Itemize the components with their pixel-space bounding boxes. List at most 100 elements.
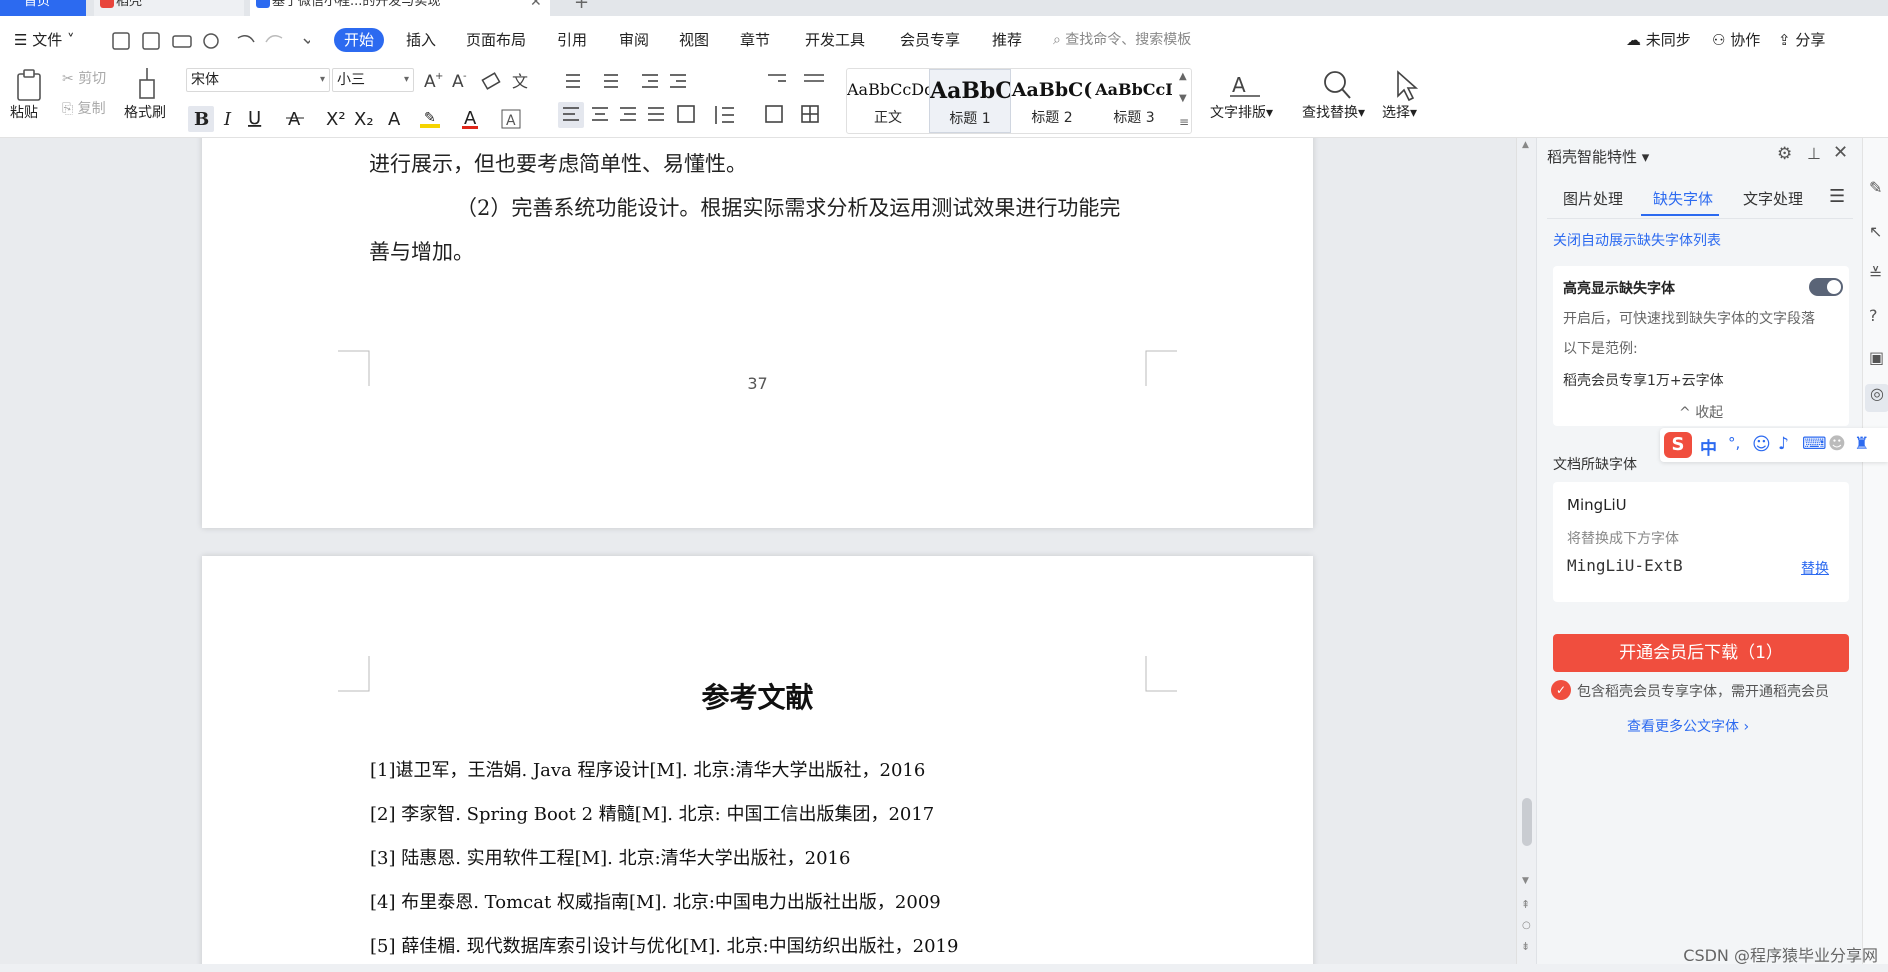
pointer-icon[interactable]: ↖	[1869, 222, 1882, 241]
cut-label: 剪切	[78, 71, 107, 87]
svg-text:A: A	[464, 108, 477, 129]
style-scroll-down-icon[interactable]: ▼	[1179, 93, 1187, 104]
font-name-select[interactable]: 宋体	[186, 68, 330, 92]
ime-punctuation-toggle[interactable]: °,	[1728, 434, 1740, 452]
close-auto-show-link[interactable]: 关闭自动展示缺失字体列表	[1553, 230, 1721, 250]
keyboard-icon[interactable]: ⌨	[1802, 434, 1827, 454]
next-page-icon[interactable]: ⇟	[1521, 940, 1530, 953]
menu-recommend[interactable]: 推荐	[992, 28, 1022, 52]
style-more-icon[interactable]: ≡	[1179, 115, 1189, 129]
format-painter-button[interactable]: 格式刷	[124, 104, 166, 122]
style-heading-3[interactable]: AaBbCcI 标题 3	[1093, 69, 1175, 133]
page-37[interactable]: 进行展示，但也要考虑简单性、易懂性。 （2）完善系统功能设计。根据实际需求分析及…	[202, 138, 1313, 528]
missing-fonts-label: 文档所缺字体	[1553, 457, 1637, 473]
image-icon[interactable]: ▣	[1869, 348, 1884, 367]
scroll-up-icon[interactable]: ▲	[1522, 140, 1529, 150]
font-size-select[interactable]: 小三	[332, 68, 414, 92]
help-icon[interactable]: ?	[1869, 306, 1878, 325]
quick-access-icons[interactable]	[110, 30, 310, 52]
close-tab-icon[interactable]: ✕	[530, 0, 542, 10]
sync-status[interactable]: ☁ 未同步	[1626, 28, 1691, 52]
menu-member[interactable]: 会员专享	[900, 28, 960, 52]
style-heading-1-preview: AaBbC	[930, 78, 1010, 104]
tab-daoke[interactable]: 稻壳	[94, 0, 244, 16]
reference-item: [4] 布里泰恩. Tomcat 权威指南[M]. 北京:中国电力出版社出版，2…	[370, 892, 941, 913]
style-normal-label: 正文	[874, 110, 902, 126]
search-icon: ⌕	[1053, 32, 1066, 48]
paste-button[interactable]: 粘贴	[10, 104, 38, 122]
sogou-logo-icon[interactable]: S	[1664, 432, 1692, 458]
menu-developer[interactable]: 开发工具	[805, 28, 865, 52]
more-fonts-link[interactable]: 查看更多公文字体 ›	[1627, 716, 1749, 736]
sync-label: 未同步	[1645, 31, 1691, 49]
format-painter-icon[interactable]	[132, 66, 162, 102]
style-heading-2[interactable]: AaBbC(标题 2	[1011, 69, 1093, 133]
vertical-scrollbar[interactable]: ▲ ▼ ⇞ ○ ⇟	[1516, 138, 1536, 972]
menu-insert[interactable]: 插入	[406, 28, 436, 52]
gear-icon[interactable]: ⚙	[1777, 144, 1792, 164]
panel-tab-text[interactable]: 文字处理	[1743, 188, 1803, 209]
ime-language-toggle[interactable]: 中	[1700, 434, 1717, 459]
panel-tab-missing-fonts[interactable]: 缺失字体	[1653, 188, 1713, 209]
paste-icon[interactable]	[14, 68, 46, 102]
new-tab-icon[interactable]: +	[574, 0, 589, 13]
select-browse-icon[interactable]: ○	[1522, 920, 1531, 931]
svg-text:X²: X²	[326, 109, 346, 130]
cursor-select-icon[interactable]	[1390, 68, 1420, 102]
paragraph-tools-icons[interactable]	[558, 70, 828, 130]
emoji-icon[interactable]: ☺	[1752, 434, 1771, 455]
daoke-badge-icon: ✓	[1551, 680, 1571, 700]
style-heading-3-preview: AaBbCcI	[1095, 80, 1173, 99]
file-menu[interactable]: ☰ 文件 ˅	[14, 28, 75, 52]
collab-button[interactable]: ⚇ 协作	[1712, 28, 1760, 52]
command-search[interactable]: ⌕ 查找命令、搜索模板	[1053, 28, 1191, 52]
document-canvas[interactable]: 进行展示，但也要考虑简单性、易懂性。 （2）完善系统功能设计。根据实际需求分析及…	[0, 138, 1516, 972]
settings-sliders-icon[interactable]: ≚	[1869, 264, 1882, 283]
copy-button[interactable]: ⎘ 复制	[62, 100, 106, 118]
page-38[interactable]: 参考文献 [1]谌卫军，王浩娟. Java 程序设计[M]. 北京:清华大学出版…	[202, 556, 1313, 972]
find-replace-button[interactable]: 查找替换▾	[1302, 104, 1365, 122]
svg-text:B: B	[194, 109, 209, 130]
user-icon[interactable]: ☻	[1828, 434, 1846, 454]
pen-icon[interactable]: ✎	[1869, 178, 1882, 197]
text-layout-icon[interactable]: A	[1228, 68, 1262, 102]
highlight-toggle[interactable]	[1809, 278, 1843, 296]
text-layout-button[interactable]: 文字排版▾	[1210, 104, 1273, 122]
search-placeholder: 查找命令、搜索模板	[1065, 32, 1192, 48]
prev-page-icon[interactable]: ⇞	[1521, 898, 1530, 911]
skin-shirt-icon[interactable]: ♜	[1854, 434, 1869, 454]
font-size-tools-icons[interactable]: A + A- 文	[422, 70, 552, 92]
style-heading-1[interactable]: AaBbC 标题 1	[929, 69, 1011, 133]
scrollbar-thumb[interactable]	[1522, 798, 1532, 846]
tab-document[interactable]: 基于微信小程...的开发与实现	[250, 0, 550, 16]
pin-icon[interactable]: ⊥	[1807, 144, 1821, 163]
panel-tab-image[interactable]: 图片处理	[1563, 188, 1623, 209]
panel-title[interactable]: 稻壳智能特性 ▾	[1547, 146, 1649, 167]
tab-home[interactable]: 首页	[0, 0, 86, 16]
menu-view[interactable]: 视图	[679, 28, 709, 52]
replace-link[interactable]: 替换	[1801, 558, 1829, 578]
download-member-button[interactable]: 开通会员后下载（1）	[1553, 634, 1849, 672]
menu-references[interactable]: 引用	[557, 28, 587, 52]
daoke-icon	[100, 0, 114, 8]
select-button[interactable]: 选择▾	[1382, 104, 1417, 122]
font-format-icons[interactable]: B I U A X² X₂ A ✎ A A	[188, 106, 548, 132]
magnifier-icon[interactable]	[1320, 68, 1354, 102]
panel-menu-icon[interactable]: ☰	[1829, 186, 1845, 207]
smart-features-icon[interactable]: ◎	[1865, 384, 1888, 412]
menu-page-layout[interactable]: 页面布局	[466, 28, 526, 52]
share-button[interactable]: ⇪ 分享	[1778, 28, 1825, 52]
scroll-down-icon[interactable]: ▼	[1522, 876, 1529, 886]
microphone-icon[interactable]: ♪	[1778, 434, 1789, 454]
menu-review[interactable]: 审阅	[619, 28, 649, 52]
cut-button[interactable]: ✂ 剪切	[62, 70, 106, 88]
style-normal[interactable]: AaBbCcDd 正文	[847, 69, 929, 133]
menu-start[interactable]: 开始	[334, 28, 385, 52]
menu-chapter[interactable]: 章节	[740, 28, 770, 52]
style-scroll-up-icon[interactable]: ▲	[1179, 71, 1187, 82]
close-icon[interactable]: ✕	[1833, 142, 1848, 163]
panel-title-label: 稻壳智能特性	[1547, 148, 1638, 166]
missing-font-name: MingLiU	[1567, 496, 1627, 514]
collapse-button[interactable]: ^ 收起	[1679, 402, 1723, 422]
watermark: CSDN @程序猿毕业分享网	[1683, 946, 1878, 965]
